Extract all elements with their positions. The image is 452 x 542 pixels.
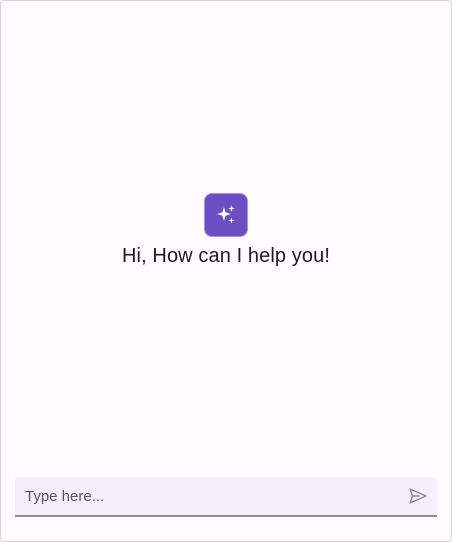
- send-icon: [409, 488, 427, 504]
- welcome-message: Hi, How can I help you!: [122, 245, 330, 267]
- ai-assistant-panel: Hi, How can I help you!: [0, 0, 452, 542]
- assistant-avatar: [204, 193, 248, 237]
- send-button[interactable]: [407, 485, 429, 507]
- message-input[interactable]: [15, 477, 395, 515]
- sparkles-icon: [217, 205, 235, 224]
- message-composer: [15, 477, 437, 517]
- welcome-section: Hi, How can I help you!: [1, 193, 451, 268]
